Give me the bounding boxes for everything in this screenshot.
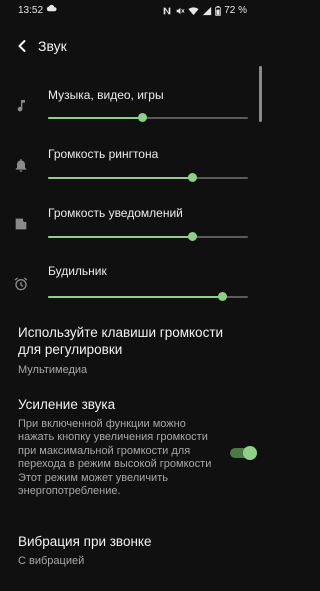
wifi-icon: [188, 6, 199, 16]
slider-fill: [48, 296, 222, 298]
slider-fill: [48, 117, 142, 119]
alarm-icon: [13, 276, 29, 292]
volume-row-notifications: Громкость уведомлений: [0, 206, 265, 256]
volume-label-media: Музыка, видео, игры: [48, 88, 164, 102]
status-bar: 13:52 72 %: [0, 0, 265, 22]
slider-fill: [48, 236, 192, 238]
bell-icon: [13, 157, 29, 173]
ring-vibration-setting[interactable]: Вибрация при звонке С вибрацией: [18, 533, 248, 568]
page-title: Звук: [38, 38, 67, 54]
volume-keys-title: Используйте клавиши громкости для регули…: [18, 325, 224, 357]
volume-slider-media[interactable]: [48, 112, 248, 124]
status-icons: 72 %: [162, 5, 247, 16]
sound-boost-setting[interactable]: Усиление звука При включенной функции мо…: [18, 396, 218, 498]
volume-label-notifications: Громкость уведомлений: [48, 206, 183, 220]
volume-row-ringtone: Громкость рингтона: [0, 147, 265, 197]
slider-thumb[interactable]: [138, 113, 147, 122]
volume-row-media: Музыка, видео, игры: [0, 88, 265, 138]
slider-thumb[interactable]: [188, 232, 197, 241]
sound-boost-summary: При включенной функции можно нажать кноп…: [18, 418, 212, 498]
volume-keys-summary: Мультимедиа: [18, 364, 88, 376]
volume-row-alarm: Будильник: [0, 264, 265, 314]
app-bar: Звук: [0, 30, 265, 62]
sound-boost-toggle[interactable]: [230, 446, 257, 460]
slider-fill: [48, 177, 192, 179]
battery-percent: 72 %: [224, 5, 247, 16]
music-note-icon: [13, 98, 29, 114]
signal-icon: [202, 6, 212, 16]
volume-label-alarm: Будильник: [48, 264, 107, 278]
nfc-icon: [162, 6, 172, 16]
arrow-back-icon: [18, 40, 26, 52]
toggle-thumb: [243, 446, 257, 460]
status-time: 13:52: [18, 5, 44, 16]
volume-keys-setting[interactable]: Используйте клавиши громкости для регули…: [18, 324, 248, 377]
slider-thumb[interactable]: [188, 173, 197, 182]
back-button[interactable]: [10, 34, 34, 58]
notification-icon: [13, 216, 29, 232]
ring-vibration-summary: С вибрацией: [18, 555, 85, 567]
volume-slider-notifications[interactable]: [48, 231, 248, 243]
slider-thumb[interactable]: [218, 292, 227, 301]
volume-label-ringtone: Громкость рингтона: [48, 147, 159, 161]
ring-vibration-title: Вибрация при звонке: [18, 534, 152, 549]
mute-icon: [175, 6, 185, 16]
battery-icon: [215, 5, 221, 16]
cloud-icon: [46, 3, 57, 17]
sound-boost-title: Усиление звука: [18, 397, 116, 412]
volume-slider-ringtone[interactable]: [48, 172, 248, 184]
volume-slider-alarm[interactable]: [48, 291, 248, 303]
